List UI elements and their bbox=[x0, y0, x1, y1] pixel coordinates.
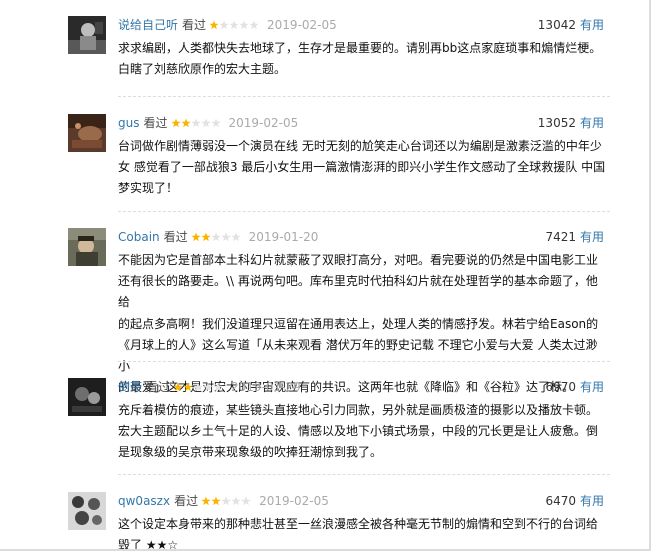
comment-item: gus 看过 2019-02-05 13052 有用 台词做作剧情薄弱没一个演员在线 … bbox=[0, 114, 640, 210]
divider bbox=[118, 361, 610, 362]
vote-area: 13042 有用 bbox=[538, 16, 604, 34]
vote-count: 6970 bbox=[545, 380, 576, 394]
comment-text: 求求编剧，人类都快失去地球了，生存才是最重要的。请别再bb这点家庭琐事和煽情烂梗… bbox=[118, 41, 602, 77]
star-filled-icon bbox=[201, 232, 211, 242]
star-empty-icon bbox=[200, 118, 211, 128]
rating-stars bbox=[173, 382, 223, 392]
comment-username[interactable]: 说给自己听 bbox=[118, 18, 178, 32]
divider bbox=[118, 96, 610, 97]
watch-status: 看过 bbox=[182, 18, 207, 32]
rating-stars bbox=[201, 496, 251, 506]
vote-count: 6470 bbox=[545, 494, 576, 508]
star-empty-icon bbox=[231, 496, 241, 506]
useful-button[interactable]: 有用 bbox=[580, 380, 604, 394]
star-empty-icon bbox=[221, 496, 231, 506]
comment-date: 2019-01-29 bbox=[231, 380, 301, 394]
useful-button[interactable]: 有用 bbox=[580, 18, 604, 32]
comment-header: 倒带 看过 2019-01-29 bbox=[118, 378, 608, 396]
star-filled-icon bbox=[183, 382, 193, 392]
vote-area: 6970 有用 bbox=[545, 378, 604, 396]
star-filled-icon bbox=[191, 232, 201, 242]
vote-area: 7421 有用 bbox=[545, 228, 604, 246]
rating-stars-icon bbox=[170, 118, 221, 128]
comment-username[interactable]: 倒带 bbox=[118, 380, 142, 394]
comment-date: 2019-01-20 bbox=[248, 230, 319, 244]
comment-item: 说给自己听 看过 2019-02-05 13042 有用 求求编剧，人类都快失去地球了… bbox=[0, 16, 640, 112]
useful-button[interactable]: 有用 bbox=[580, 230, 604, 244]
comment-text: 台词做作剧情薄弱没一个演员在线 无时无刻的尬笑走心台词还以为编剧是激素泛滥的中年… bbox=[118, 139, 606, 196]
comment-header: qw0aszx 看过 2019-02-05 bbox=[118, 492, 608, 510]
divider bbox=[118, 474, 610, 475]
star-empty-icon bbox=[219, 20, 229, 30]
rating-stars bbox=[170, 118, 221, 128]
star-filled-icon bbox=[211, 496, 221, 506]
rating-stars bbox=[191, 232, 241, 242]
comment-item: Cobain 看过 2019-01-20 7421 有用 不能因为它是首部本土科幻片就… bbox=[0, 228, 640, 394]
rating-stars bbox=[209, 20, 259, 30]
star-filled-icon bbox=[170, 118, 181, 128]
comment-header: Cobain 看过 2019-01-20 bbox=[118, 228, 608, 246]
comment-date: 2019-02-05 bbox=[267, 18, 337, 32]
star-empty-icon bbox=[239, 20, 249, 30]
star-empty-icon bbox=[203, 382, 213, 392]
star-empty-icon bbox=[241, 496, 251, 506]
useful-button[interactable]: 有用 bbox=[580, 116, 604, 130]
avatar[interactable] bbox=[68, 378, 106, 416]
star-filled-icon bbox=[201, 496, 211, 506]
divider bbox=[118, 211, 610, 212]
avatar[interactable] bbox=[68, 114, 106, 152]
comment-date: 2019-02-05 bbox=[228, 116, 299, 130]
comment-text: 不能因为它是首部本土科幻片就蒙蔽了双眼打高分，对吧。看完要说的仍然是中国电影工业… bbox=[118, 253, 599, 395]
avatar[interactable] bbox=[68, 16, 106, 54]
useful-button[interactable]: 有用 bbox=[580, 494, 604, 508]
vote-count: 13052 bbox=[537, 116, 576, 130]
star-empty-icon bbox=[213, 382, 223, 392]
comment-date: 2019-02-05 bbox=[259, 494, 329, 508]
star-empty-icon bbox=[210, 118, 221, 128]
star-filled-icon bbox=[209, 20, 219, 30]
avatar[interactable] bbox=[68, 492, 106, 530]
watch-status: 看过 bbox=[163, 230, 188, 244]
vote-count: 7421 bbox=[545, 230, 576, 244]
star-empty-icon bbox=[249, 20, 259, 30]
comment-username[interactable]: qw0aszx bbox=[118, 494, 170, 508]
rating-stars-icon bbox=[191, 232, 241, 242]
rating-stars-icon bbox=[209, 20, 259, 30]
rating-stars-icon bbox=[201, 496, 251, 506]
comment-text: 充斥着模仿的痕迹，某些镜头直接地心引力同款，另外就是画质极渣的摄影以及播放卡顿。… bbox=[118, 403, 599, 460]
vote-area: 13052 有用 bbox=[538, 114, 604, 132]
watch-status: 看过 bbox=[146, 380, 171, 394]
avatar[interactable] bbox=[68, 228, 106, 266]
comment-header: gus 看过 2019-02-05 bbox=[118, 114, 608, 132]
star-empty-icon bbox=[229, 20, 239, 30]
star-empty-icon bbox=[211, 232, 221, 242]
comment-username[interactable]: gus bbox=[118, 116, 139, 130]
star-filled-icon bbox=[173, 382, 183, 392]
rating-stars-icon bbox=[173, 382, 223, 392]
star-empty-icon bbox=[221, 232, 231, 242]
star-empty-icon bbox=[231, 232, 241, 242]
comment-header: 说给自己听 看过 2019-02-05 bbox=[118, 16, 608, 34]
comment-item: qw0aszx 看过 2019-02-05 6470 有用 这个设定本身带来的那种悲壮… bbox=[0, 492, 640, 552]
star-filled-icon bbox=[180, 118, 191, 128]
comment-item: 倒带 看过 2019-01-29 6970 有用 充斥着模仿的痕迹，某些镜头直接地心引… bbox=[0, 378, 640, 474]
vote-count: 13042 bbox=[537, 18, 576, 32]
star-empty-icon bbox=[190, 118, 201, 128]
watch-status: 看过 bbox=[143, 116, 168, 130]
comment-username[interactable]: Cobain bbox=[118, 230, 160, 244]
vote-area: 6470 有用 bbox=[545, 492, 604, 510]
star-empty-icon bbox=[193, 382, 203, 392]
watch-status: 看过 bbox=[174, 494, 199, 508]
